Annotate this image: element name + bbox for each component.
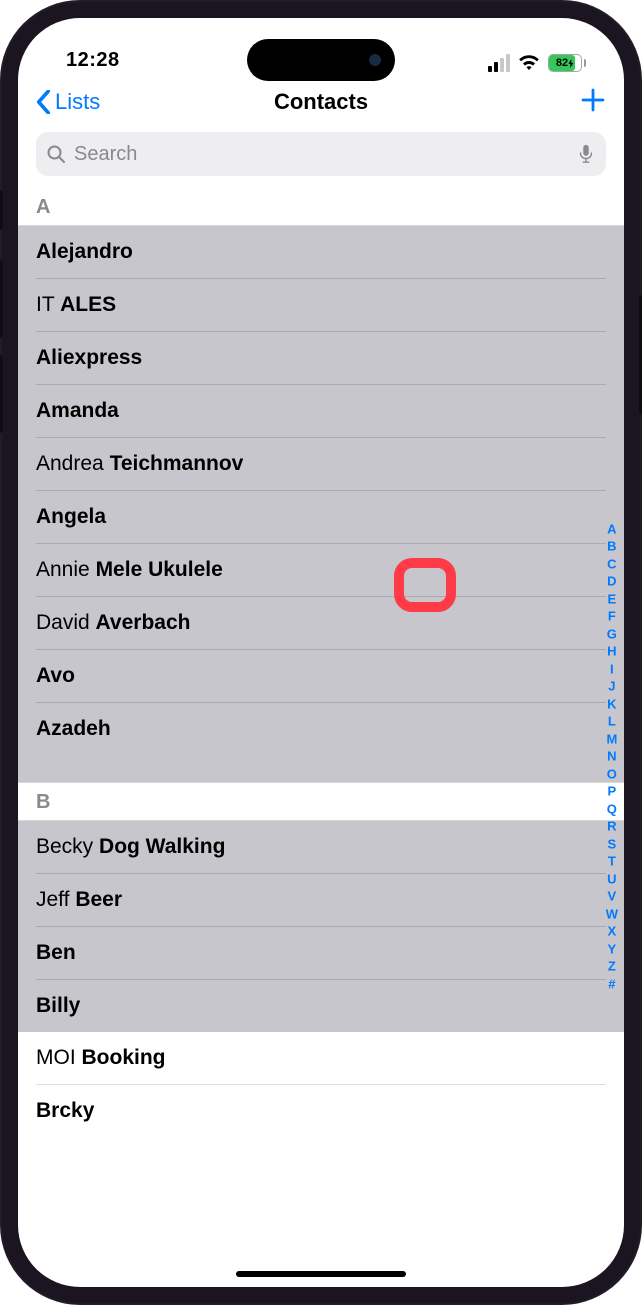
index-letter: U — [607, 870, 616, 888]
section-header-a: A — [18, 188, 624, 226]
phone-frame: 12:28 82 Lis — [0, 0, 642, 1305]
phone-screen: 12:28 82 Lis — [18, 18, 624, 1287]
contact-row[interactable]: Becky Dog Walking — [36, 821, 606, 874]
contact-row[interactable]: Alejandro — [36, 226, 606, 279]
back-label: Lists — [55, 89, 100, 115]
wifi-icon — [518, 55, 540, 71]
back-button[interactable]: Lists — [36, 89, 100, 115]
dynamic-island — [247, 39, 395, 81]
mic-icon[interactable] — [576, 144, 596, 164]
search-input[interactable] — [74, 143, 568, 166]
index-letter: N — [607, 748, 616, 766]
section-b: Becky Dog Walking Jeff Beer Ben Billy — [18, 821, 624, 1032]
index-letter: P — [608, 783, 617, 801]
volume-up-button — [0, 260, 3, 338]
mute-switch — [0, 190, 3, 230]
contact-row[interactable]: Amanda — [36, 385, 606, 438]
contact-row[interactable]: Brcky — [36, 1085, 606, 1137]
cellular-icon — [488, 54, 510, 72]
section-header-b: B — [18, 783, 624, 821]
contact-row[interactable]: David Averbach — [36, 597, 606, 650]
index-letter: V — [608, 888, 617, 906]
battery-icon: 82 — [548, 54, 586, 72]
contact-row[interactable]: Azadeh — [36, 703, 606, 755]
index-letter: L — [608, 713, 616, 731]
contact-row[interactable]: Aliexpress — [36, 332, 606, 385]
index-letter: T — [608, 853, 616, 871]
home-indicator[interactable] — [236, 1271, 406, 1277]
index-letter: R — [607, 818, 616, 836]
index-letter: G — [607, 625, 617, 643]
contact-row[interactable]: Jeff Beer — [36, 874, 606, 927]
contact-row[interactable]: Andrea Teichmannov — [36, 438, 606, 491]
search-icon — [46, 144, 66, 164]
index-letter: C — [607, 555, 616, 573]
section-b-continued: MOI Booking Brcky — [18, 1032, 624, 1137]
index-letter: E — [608, 590, 617, 608]
contact-row[interactable]: Ben — [36, 927, 606, 980]
nav-bar: Lists Contacts — [18, 76, 624, 128]
index-letter: Z — [608, 958, 616, 976]
contact-row[interactable]: Billy — [36, 980, 606, 1032]
contact-row[interactable]: Angela — [36, 491, 606, 544]
search-bar[interactable] — [36, 132, 606, 176]
index-letter: O — [607, 765, 617, 783]
contacts-list[interactable]: A Alejandro IT ALES Aliexpress Amanda An… — [18, 188, 624, 1287]
index-letter: D — [607, 573, 616, 591]
index-letter: M — [606, 730, 617, 748]
alphabet-index[interactable]: A B C D E F G H I J K L M N O P Q R S T — [606, 520, 618, 993]
index-letter: F — [608, 608, 616, 626]
index-letter: I — [610, 660, 614, 678]
section-a: Alejandro IT ALES Aliexpress Amanda Andr… — [18, 226, 624, 755]
index-letter: # — [608, 975, 615, 993]
index-letter: X — [608, 923, 617, 941]
index-letter: B — [607, 538, 616, 556]
index-letter: Y — [608, 940, 617, 958]
status-indicators: 82 — [488, 54, 586, 72]
highlight-annotation — [394, 558, 456, 612]
index-letter: K — [607, 695, 616, 713]
index-letter: W — [606, 905, 618, 923]
contact-row[interactable]: MOI Booking — [36, 1032, 606, 1085]
contact-row[interactable]: Annie Mele Ukulele — [36, 544, 606, 597]
volume-down-button — [0, 355, 3, 433]
chevron-left-icon — [36, 90, 51, 114]
index-letter: J — [608, 678, 615, 696]
contact-row[interactable]: IT ALES — [36, 279, 606, 332]
page-title: Contacts — [274, 89, 368, 115]
plus-icon — [580, 87, 606, 113]
index-letter: A — [607, 520, 616, 538]
index-letter: S — [608, 835, 617, 853]
section-gap — [18, 755, 624, 783]
add-button[interactable] — [580, 87, 606, 118]
contact-row[interactable]: Avo — [36, 650, 606, 703]
index-letter: H — [607, 643, 616, 661]
status-time: 12:28 — [66, 49, 120, 72]
index-letter: Q — [607, 800, 617, 818]
